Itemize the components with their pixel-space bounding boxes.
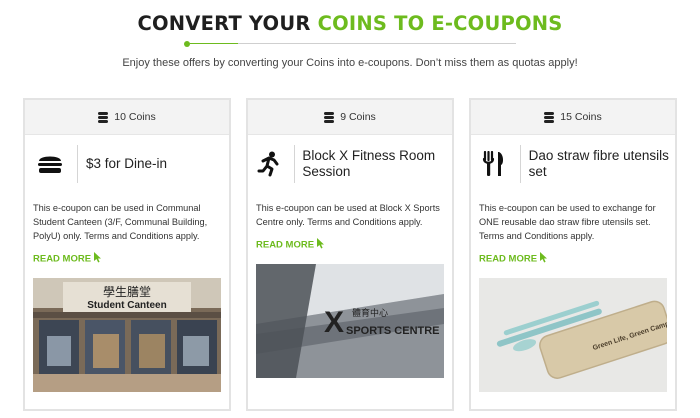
offer-title: Block X Fitness Room Session (302, 148, 436, 179)
card-coin-header: 15 Coins (471, 100, 675, 135)
page-title-part1: CONVERT YOUR (137, 12, 318, 35)
offer-heading: Dao straw fibre utensils set (471, 135, 675, 193)
coin-cost: 10 Coins (114, 111, 156, 123)
offer-title: Dao straw fibre utensils set (528, 148, 669, 179)
read-more-link[interactable]: READ MORE (256, 238, 325, 252)
card-coin-header: 9 Coins (248, 100, 452, 135)
offer-title: $3 for Dine-in (86, 156, 168, 171)
coins-icon (544, 112, 555, 123)
burger-icon (33, 147, 67, 181)
sports-centre-photo: X 體育中心 SPORTS CENTRE (256, 264, 444, 378)
offer-description: This e-coupon can be used at Block X Spo… (256, 203, 440, 227)
pointer-icon (317, 238, 325, 252)
read-more-link[interactable]: READ MORE (479, 252, 548, 266)
offer-divider (293, 145, 295, 183)
sports-centre-sign-chinese: 體育中心 (352, 307, 388, 319)
read-more-label: READ MORE (256, 239, 315, 251)
student-canteen-photo: 學生膳堂 Student Canteen (33, 278, 221, 392)
running-person-icon (256, 147, 284, 181)
canteen-sign-chinese: 學生膳堂 (103, 284, 151, 299)
page-title: CONVERT YOUR COINS TO E-COUPONS (0, 12, 700, 35)
offer-heading: $3 for Dine-in (25, 135, 229, 193)
building-letter: X (324, 306, 344, 339)
utensils-icon (479, 147, 510, 181)
coins-icon (98, 112, 109, 123)
coins-icon (324, 112, 335, 123)
sports-centre-sign: SPORTS CENTRE (346, 325, 440, 337)
title-divider-dot (184, 40, 190, 47)
pointer-icon (94, 252, 102, 266)
utensils-set-photo: Green Life, Green Campus (479, 278, 667, 392)
read-more-link[interactable]: READ MORE (33, 252, 102, 266)
coin-cost: 15 Coins (560, 111, 602, 123)
offer-divider (519, 145, 521, 183)
canteen-sign-english: Student Canteen (87, 300, 166, 311)
coin-cost: 9 Coins (340, 111, 376, 123)
page-subtitle: Enjoy these offers by converting your Co… (122, 57, 578, 69)
pointer-icon (540, 252, 548, 266)
offer-heading: Block X Fitness Room Session (248, 135, 452, 193)
offer-description: This e-coupon can be used to exchange fo… (479, 203, 656, 241)
page-title-accent: COINS TO E-COUPONS (317, 12, 563, 35)
card-coin-header: 10 Coins (25, 100, 229, 135)
read-more-label: READ MORE (479, 253, 538, 265)
offer-divider (77, 145, 78, 183)
read-more-label: READ MORE (33, 253, 92, 265)
title-divider-accent (190, 43, 238, 44)
coupon-card-utensils: 15 Coins Dao straw fibre utensils set Th… (469, 98, 677, 411)
offer-description: This e-coupon can be used in Communal St… (33, 203, 208, 241)
coupon-card-dine-in: 10 Coins $3 for Dine-in This e-coupon ca… (23, 98, 231, 411)
coupon-card-fitness: 9 Coins Block X Fitness Room Session Thi… (246, 98, 454, 411)
